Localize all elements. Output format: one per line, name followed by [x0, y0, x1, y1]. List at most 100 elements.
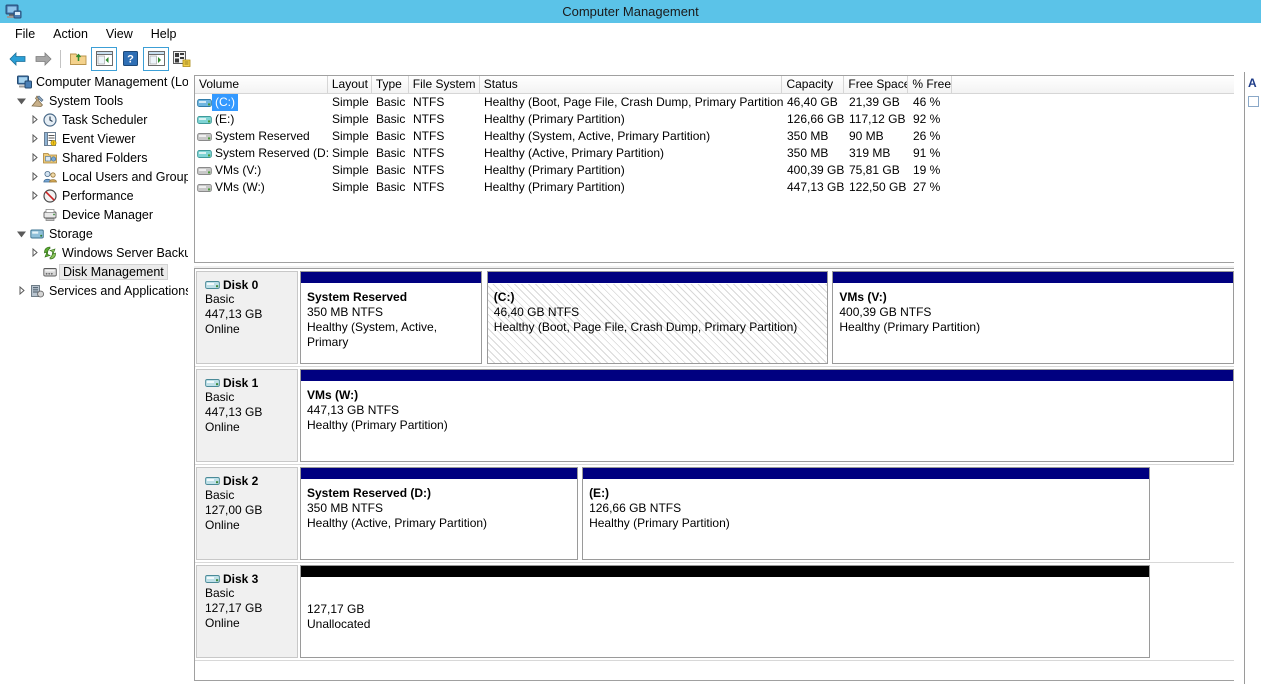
- menu-help[interactable]: Help: [142, 25, 186, 43]
- disk-icon: [205, 280, 220, 289]
- disk-management-icon: [41, 262, 59, 281]
- type-cell: Basic: [376, 129, 406, 143]
- rescan-disks-button[interactable]: [169, 47, 195, 71]
- console-tree-icon: [95, 51, 113, 66]
- chevron-right-icon[interactable]: [15, 281, 28, 300]
- backup-icon: [41, 243, 59, 262]
- tree-item-label: Windows Server Backup: [62, 245, 191, 260]
- status-cell: Healthy (Boot, Page File, Crash Dump, Pr…: [484, 95, 783, 109]
- disk-graphical-view[interactable]: Disk 0 Basic 447,13 GB Online System Reserve…: [194, 268, 1234, 681]
- volume-gray-icon: [197, 131, 212, 143]
- disk-name-label: Disk 2: [223, 474, 259, 488]
- services-icon: [30, 284, 44, 297]
- menu-action[interactable]: Action: [44, 25, 97, 43]
- disk-icon: [205, 280, 220, 291]
- chevron-right-icon[interactable]: [28, 129, 41, 148]
- tree-item-storage[interactable]: Storage: [0, 224, 190, 243]
- free-space-cell: 117,12 GB: [849, 112, 906, 126]
- disk-type-label: Basic: [205, 292, 235, 306]
- folder-up-icon: [69, 53, 86, 65]
- tree-item-local-users-and-groups[interactable]: Local Users and Groups: [0, 167, 190, 186]
- tree-item-task-scheduler[interactable]: Task Scheduler: [0, 110, 190, 129]
- tree-item-windows-server-backup[interactable]: Windows Server Backup: [0, 243, 190, 262]
- chevron-right-icon[interactable]: [28, 243, 41, 262]
- menu-file[interactable]: File: [6, 25, 44, 43]
- chevron-right-icon[interactable]: [28, 110, 41, 129]
- chevron-right-icon[interactable]: [28, 148, 41, 167]
- table-row[interactable]: (C:) Simple Basic NTFS Healthy (Boot, Page F…: [195, 94, 1234, 111]
- table-row[interactable]: (E:) Simple Basic NTFS Healthy (Primary Part…: [195, 111, 1234, 128]
- column-header--free[interactable]: % Free: [908, 76, 953, 93]
- volume-list-header: Volume Layout Type File System Status Capacit…: [195, 76, 1234, 94]
- column-header-status[interactable]: Status: [479, 76, 783, 93]
- show-hide-console-tree-button[interactable]: [91, 46, 117, 71]
- disk-info-panel[interactable]: Disk 1 Basic 447,13 GB Online: [196, 369, 298, 462]
- column-header-capacity[interactable]: Capacity: [782, 76, 845, 93]
- column-header-blank[interactable]: [952, 76, 1234, 93]
- partition-block[interactable]: (C:) 46,40 GB NTFS Healthy (Boot, Page Fil…: [486, 271, 828, 364]
- question-mark-icon: ?: [122, 51, 138, 66]
- menu-view[interactable]: View: [97, 25, 142, 43]
- actions-pane-item[interactable]: [1248, 96, 1259, 107]
- console-tree-pane[interactable]: Computer Management (Local System Tools Ta…: [0, 72, 191, 684]
- file-system-cell: NTFS: [413, 112, 445, 126]
- column-header-volume[interactable]: Volume: [195, 76, 328, 93]
- capacity-cell: 400,39 GB: [787, 163, 845, 177]
- partition-status: Healthy (Active, Primary Partition): [307, 516, 488, 530]
- column-header-free-space[interactable]: Free Space: [844, 76, 909, 93]
- disk-info-panel[interactable]: Disk 2 Basic 127,00 GB Online: [196, 467, 298, 560]
- table-row[interactable]: VMs (V:) Simple Basic NTFS Healthy (Primary …: [195, 162, 1234, 179]
- column-header-type[interactable]: Type: [371, 76, 409, 93]
- disk-icon: [205, 574, 220, 583]
- partition-block[interactable]: VMs (W:) 447,13 GB NTFS Healthy (Primary P…: [300, 369, 1234, 462]
- volume-name-cell: System Reserved (D:): [195, 145, 328, 162]
- volume-list[interactable]: Volume Layout Type File System Status Capacit…: [194, 75, 1234, 263]
- tree-item-services-and-applications[interactable]: Services and Applications: [0, 281, 190, 300]
- chevron-down-icon[interactable]: [15, 224, 28, 243]
- partition-block[interactable]: System Reserved (D:) 350 MB NTFS Healthy (…: [300, 467, 579, 560]
- show-hide-action-pane-button[interactable]: [143, 46, 169, 71]
- table-row[interactable]: System Reserved Simple Basic NTFS Healthy (S…: [195, 128, 1234, 145]
- free-space-cell: 21,39 GB: [849, 95, 900, 109]
- up-one-level-button[interactable]: [65, 47, 91, 71]
- storage-icon: [28, 224, 46, 243]
- tree-item-computer-management-local[interactable]: Computer Management (Local: [0, 72, 190, 91]
- svg-text:!: !: [52, 140, 53, 145]
- type-cell: Basic: [376, 112, 406, 126]
- partition-area: VMs (W:) 447,13 GB NTFS Healthy (Primary P…: [300, 369, 1234, 462]
- table-row[interactable]: System Reserved (D:) Simple Basic NTFS Healt…: [195, 145, 1234, 162]
- disk-management-pane: Volume Layout Type File System Status Capacit…: [192, 72, 1261, 684]
- chevron-right-icon[interactable]: [28, 186, 41, 205]
- partition-block[interactable]: VMs (V:) 400,39 GB NTFS Healthy (Primary P…: [832, 271, 1234, 364]
- type-cell: Basic: [376, 146, 406, 160]
- partition-status: Unallocated: [307, 617, 371, 631]
- chevron-right-icon: [32, 172, 38, 181]
- tree-item-system-tools[interactable]: System Tools: [0, 91, 190, 110]
- column-header-file-system[interactable]: File System: [408, 76, 480, 93]
- back-button[interactable]: [4, 47, 30, 71]
- chevron-down-icon: [17, 98, 26, 105]
- tree-item-performance[interactable]: Performance: [0, 186, 190, 205]
- partition-block[interactable]: 127,17 GB Unallocated: [300, 565, 1150, 658]
- partition-block[interactable]: (E:) 126,66 GB NTFS Healthy (Primary Parti…: [582, 467, 1150, 560]
- disk-info-panel[interactable]: Disk 3 Basic 127,17 GB Online: [196, 565, 298, 658]
- partition-color-bar: [583, 468, 1149, 480]
- disk-info-panel[interactable]: Disk 0 Basic 447,13 GB Online: [196, 271, 298, 364]
- action-pane-icon: [147, 51, 165, 66]
- tree-item-disk-management[interactable]: Disk Management: [0, 262, 190, 281]
- tree-item-shared-folders[interactable]: Shared Folders: [0, 148, 190, 167]
- tree-item-device-manager[interactable]: Device Manager: [0, 205, 190, 224]
- status-cell: Healthy (Primary Partition): [484, 112, 625, 126]
- table-row[interactable]: VMs (W:) Simple Basic NTFS Healthy (Primary …: [195, 179, 1234, 196]
- volume-teal-icon: [197, 114, 212, 126]
- partition-block[interactable]: System Reserved 350 MB NTFS Healthy (Syste…: [300, 271, 483, 364]
- help-button[interactable]: ?: [117, 47, 143, 71]
- tree-item-event-viewer[interactable]: ! Event Viewer: [0, 129, 190, 148]
- back-arrow-icon: [8, 51, 25, 66]
- chevron-down-icon[interactable]: [15, 91, 28, 110]
- forward-button[interactable]: [30, 47, 56, 71]
- column-header-layout[interactable]: Layout: [327, 76, 372, 93]
- actions-pane[interactable]: A: [1244, 72, 1261, 684]
- chevron-right-icon[interactable]: [28, 167, 41, 186]
